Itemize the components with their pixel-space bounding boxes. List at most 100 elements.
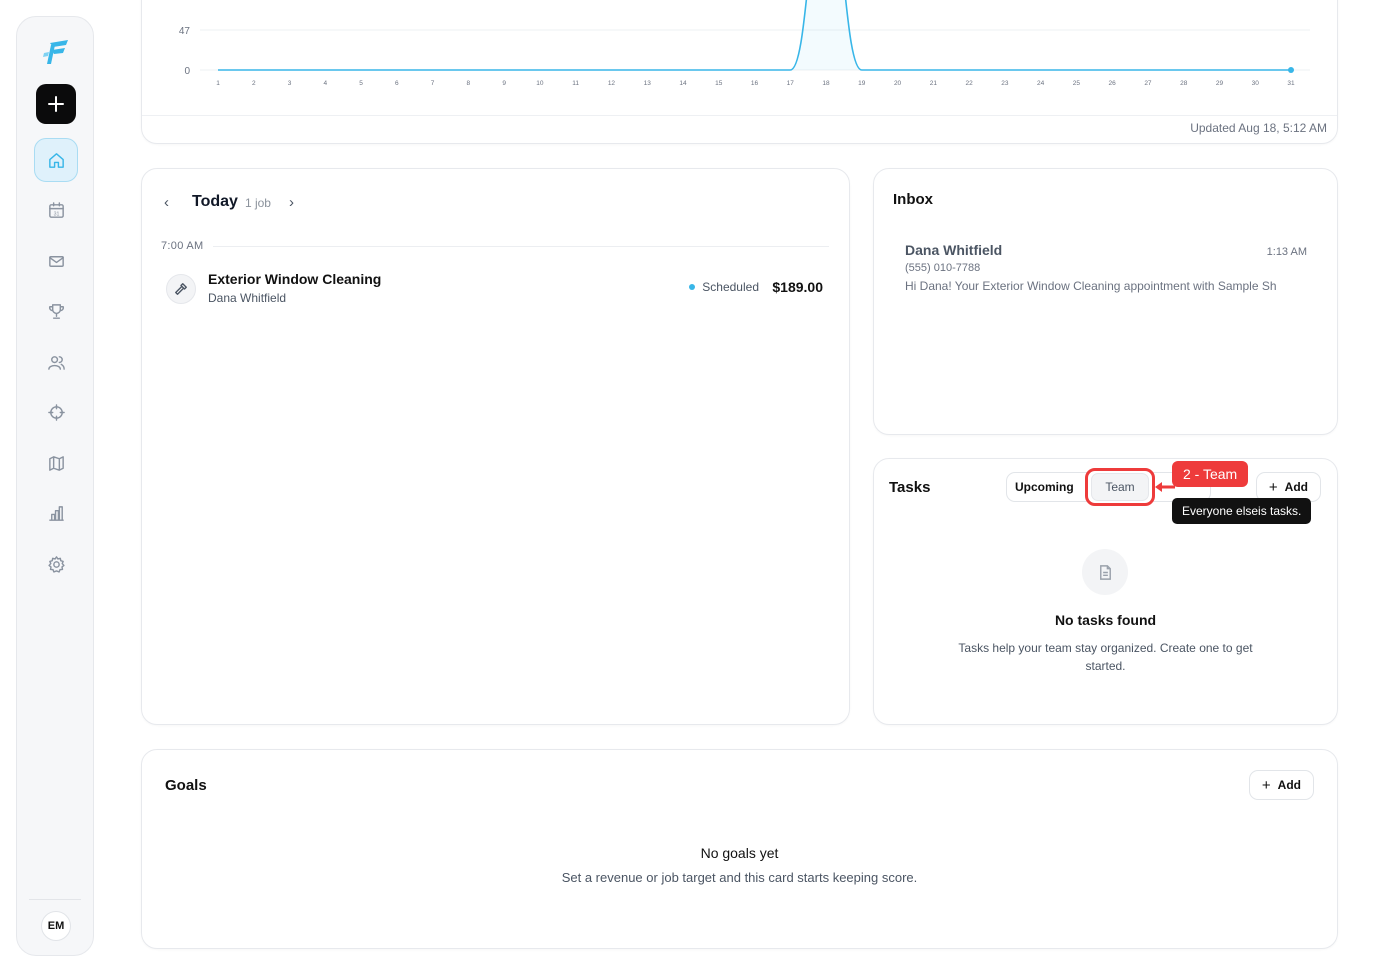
x-tick-label: 19 xyxy=(858,80,866,87)
schedule-day-title: Today xyxy=(192,193,238,210)
series-line xyxy=(218,0,1291,71)
nav-messages[interactable] xyxy=(34,239,78,283)
revenue-chart: 0471 2 3 4 5 6 7 8 9 10 11 12 13 14 15 16 17 18 19 20 21 22 23… xyxy=(179,0,1310,87)
goals-card: Goals + Add No goals yet Set a revenue o… xyxy=(141,749,1338,949)
time-slot-label: 7:00 AM xyxy=(161,240,204,252)
x-tick-label: 12 xyxy=(608,80,616,87)
y-tick-label: 0 xyxy=(184,66,190,77)
tasks-title: Tasks xyxy=(889,479,931,496)
x-tick-label: 13 xyxy=(644,80,652,87)
tasks-card: Tasks Upcoming Team + Add 2 - Team Every… xyxy=(873,458,1338,725)
job-status: Scheduled xyxy=(689,280,759,294)
empty-tasks-icon xyxy=(1082,549,1128,595)
revenue-chart-card: 0 47 1 2 3 4 5 6 7 8 9 10 11 12 13 14 15 16 17 18 19 20 21 22 23… xyxy=(141,0,1338,144)
x-tick-label: 26 xyxy=(1109,80,1117,87)
app-logo-icon[interactable] xyxy=(41,37,71,67)
time-slot-line xyxy=(213,245,829,247)
x-tick-label: 31 xyxy=(1287,80,1295,87)
x-tick-label: 5 xyxy=(359,80,363,87)
plus-icon xyxy=(48,96,64,112)
x-tick-label: 11 xyxy=(572,80,579,87)
message-time: 1:13 AM xyxy=(1266,246,1307,258)
status-dot-icon xyxy=(689,284,696,290)
inbox-title: Inbox xyxy=(893,191,933,208)
nav-team[interactable] xyxy=(34,340,78,384)
inbox-card: Inbox Dana Whitfield 1:13 AM (555) 010-7… xyxy=(873,168,1338,435)
message-sender: Dana Whitfield xyxy=(905,242,1003,258)
goals-empty-title: No goals yet xyxy=(700,845,779,861)
annotation-badge: 2 - Team xyxy=(1172,461,1249,487)
x-tick-label: 22 xyxy=(965,80,973,87)
x-tick-label: 7 xyxy=(431,80,435,87)
nav-settings[interactable] xyxy=(34,542,78,586)
plus-icon: + xyxy=(1268,478,1278,496)
x-tick-label: 10 xyxy=(536,80,544,87)
x-tick-label: 21 xyxy=(930,80,938,87)
x-tick-label: 25 xyxy=(1073,80,1081,87)
trophy-icon xyxy=(48,303,64,319)
job-type-icon xyxy=(166,274,196,304)
map-icon xyxy=(48,455,64,471)
bar-chart-icon xyxy=(48,505,64,521)
x-tick-label: 9 xyxy=(502,80,506,87)
x-tick-label: 24 xyxy=(1037,80,1045,87)
x-tick-label: 29 xyxy=(1216,80,1224,87)
job-status-label: Scheduled xyxy=(702,280,759,294)
schedule-header: ‹ Today 1 job › xyxy=(164,193,305,211)
nav-goals[interactable] xyxy=(34,289,78,333)
tab-upcoming[interactable]: Upcoming xyxy=(1007,473,1082,501)
x-tick-label: 15 xyxy=(715,80,723,87)
message-preview: Hi Dana! Your Exterior Window Cleaning a… xyxy=(905,279,1277,293)
plus-icon: + xyxy=(1261,776,1271,794)
x-tick-label: 17 xyxy=(787,80,795,87)
chart-divider xyxy=(142,115,1337,116)
tab-team[interactable]: Team xyxy=(1091,473,1149,501)
y-tick-label: 47 xyxy=(179,26,191,37)
goals-empty-description: Set a revenue or job target and this car… xyxy=(561,870,918,885)
x-tick-label: 2 xyxy=(252,80,256,87)
x-tick-label: 3 xyxy=(288,80,292,87)
x-tick-label: 16 xyxy=(751,80,759,87)
add-task-label: Add xyxy=(1284,480,1308,494)
x-tick-label: 20 xyxy=(894,80,902,87)
add-goal-label: Add xyxy=(1277,778,1301,792)
series-area xyxy=(218,0,1291,70)
x-tick-label: 1 xyxy=(216,80,220,87)
x-tick-label: 23 xyxy=(1001,80,1009,87)
create-new-button[interactable] xyxy=(36,84,76,124)
updated-timestamp: Updated Aug 18, 5:12 AM xyxy=(1190,121,1327,135)
wrench-icon xyxy=(175,283,187,295)
add-goal-button[interactable]: + Add xyxy=(1248,770,1314,800)
x-tick-label: 6 xyxy=(395,80,399,87)
nav-map[interactable] xyxy=(34,441,78,485)
job-price: $189.00 xyxy=(772,279,823,295)
chevron-left-icon[interactable]: ‹ xyxy=(164,194,180,211)
nav-targets[interactable] xyxy=(34,390,78,434)
x-tick-label: 8 xyxy=(467,80,471,87)
job-row[interactable]: Exterior Window Cleaning Dana Whitfield … xyxy=(166,271,823,311)
team-tab-tooltip: Everyone elseis tasks. xyxy=(1172,498,1312,524)
goals-title: Goals xyxy=(165,777,207,794)
chevron-right-icon[interactable]: › xyxy=(289,194,305,211)
series-end-point xyxy=(1288,67,1294,73)
users-icon xyxy=(47,355,65,370)
x-tick-label: 14 xyxy=(679,80,687,87)
settings-icon xyxy=(47,555,65,573)
sidebar: 31 EM xyxy=(16,16,94,956)
inbox-message[interactable]: Dana Whitfield 1:13 AM (555) 010-7788 Hi… xyxy=(905,242,1307,293)
home-icon xyxy=(48,152,64,168)
x-tick-label: 28 xyxy=(1180,80,1188,87)
nav-reports[interactable] xyxy=(34,491,78,535)
job-count: 1 job xyxy=(244,196,271,210)
job-client: Dana Whitfield xyxy=(208,291,287,305)
tasks-empty-title: No tasks found xyxy=(1054,612,1157,628)
nav-calendar[interactable]: 31 xyxy=(34,188,78,232)
crosshair-icon xyxy=(47,403,65,421)
tasks-empty-description: Tasks help your team stay organized. Cre… xyxy=(958,641,1253,673)
user-avatar[interactable]: EM xyxy=(41,911,71,941)
time-slot-row: 7:00 AM xyxy=(161,240,829,252)
nav-home[interactable] xyxy=(34,138,78,182)
message-phone: (555) 010-7788 xyxy=(905,262,981,274)
x-tick-label: 18 xyxy=(822,80,830,87)
job-title: Exterior Window Cleaning xyxy=(208,271,382,287)
